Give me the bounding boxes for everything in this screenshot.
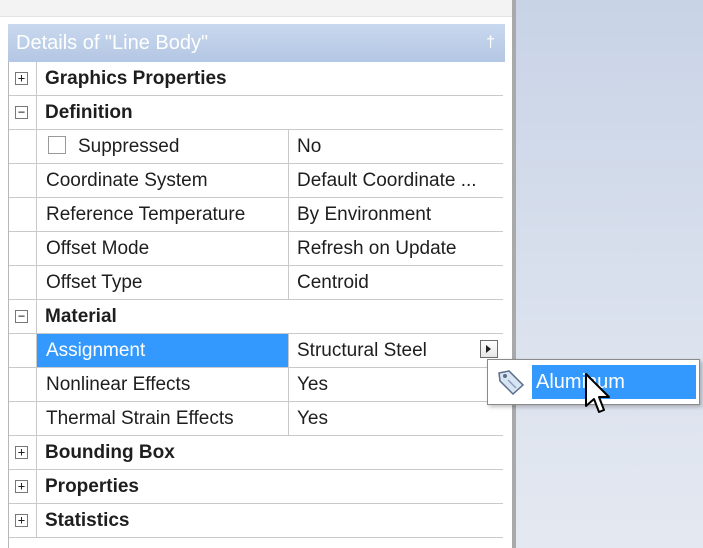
mouse-cursor-icon xyxy=(585,373,610,413)
property-value[interactable]: No xyxy=(289,130,503,163)
row-gutter: + xyxy=(9,436,37,469)
group-label: Graphics Properties xyxy=(45,68,227,89)
row-gutter: + xyxy=(9,470,37,503)
graphics-viewport[interactable] xyxy=(516,0,703,548)
group-graphics-properties[interactable]: + Graphics Properties xyxy=(9,62,503,96)
group-properties[interactable]: + Properties xyxy=(9,470,503,504)
details-panel-title: Details of "Line Body" xyxy=(16,32,209,54)
property-key: Nonlinear Effects xyxy=(37,368,289,401)
expand-icon[interactable]: + xyxy=(15,446,28,459)
property-value[interactable]: Refresh on Update xyxy=(289,232,503,265)
property-value[interactable]: Yes xyxy=(289,402,503,435)
group-bounding-box[interactable]: + Bounding Box xyxy=(9,436,503,470)
pin-icon[interactable]: † xyxy=(486,24,495,62)
property-key: Offset Type xyxy=(37,266,289,299)
dropdown-button[interactable] xyxy=(480,340,498,358)
property-value[interactable]: Default Coordinate ... xyxy=(289,164,503,197)
row-gutter xyxy=(9,402,37,435)
property-row-suppressed: Suppressed No xyxy=(9,130,503,164)
row-gutter xyxy=(9,198,37,231)
property-value[interactable]: By Environment xyxy=(289,198,503,231)
group-label: Material xyxy=(45,306,117,327)
details-panel-titlebar: Details of "Line Body" † xyxy=(8,24,505,62)
property-key: Thermal Strain Effects xyxy=(37,402,289,435)
group-label: Definition xyxy=(45,102,133,123)
property-key-label: Suppressed xyxy=(78,136,180,157)
property-row-reference-temperature: Reference Temperature By Environment xyxy=(9,198,503,232)
property-row-offset-mode: Offset Mode Refresh on Update xyxy=(9,232,503,266)
arrow-right-icon xyxy=(486,345,491,353)
expand-icon[interactable]: + xyxy=(15,72,28,85)
property-value[interactable]: Structural Steel xyxy=(289,334,503,367)
property-row-thermal-strain-effects: Thermal Strain Effects Yes xyxy=(9,402,503,436)
suppressed-checkbox[interactable] xyxy=(48,136,66,155)
property-key: Reference Temperature xyxy=(37,198,289,231)
property-key: Suppressed xyxy=(37,130,289,163)
group-statistics[interactable]: + Statistics xyxy=(9,504,503,538)
details-grid: + Graphics Properties − Definition Suppr… xyxy=(8,62,503,548)
row-gutter xyxy=(9,266,37,299)
collapse-icon[interactable]: − xyxy=(15,106,28,119)
details-panel: Details of "Line Body" † + Graphics Prop… xyxy=(0,0,512,548)
group-label: Statistics xyxy=(45,510,130,531)
row-gutter: − xyxy=(9,96,37,129)
row-gutter xyxy=(9,130,37,163)
property-key: Assignment xyxy=(37,334,289,367)
property-key: Offset Mode xyxy=(37,232,289,265)
material-tag-icon xyxy=(498,370,525,395)
group-label: Bounding Box xyxy=(45,442,175,463)
group-material[interactable]: − Material xyxy=(9,300,503,334)
row-gutter xyxy=(9,232,37,265)
property-row-coordinate-system: Coordinate System Default Coordinate ... xyxy=(9,164,503,198)
property-row-assignment[interactable]: Assignment Structural Steel xyxy=(9,334,503,368)
row-gutter: + xyxy=(9,504,37,537)
property-value[interactable]: Centroid xyxy=(289,266,503,299)
row-gutter xyxy=(9,334,37,367)
property-row-nonlinear-effects: Nonlinear Effects Yes xyxy=(9,368,503,402)
group-definition[interactable]: − Definition xyxy=(9,96,503,130)
row-gutter xyxy=(9,164,37,197)
group-label: Properties xyxy=(45,476,139,497)
row-gutter: + xyxy=(9,62,37,95)
property-value[interactable]: Yes xyxy=(289,368,503,401)
row-gutter: − xyxy=(9,300,37,333)
collapse-icon[interactable]: − xyxy=(15,310,28,323)
property-key: Coordinate System xyxy=(37,164,289,197)
expand-icon[interactable]: + xyxy=(15,514,28,527)
dropdown-option-aluminum[interactable]: Aluminum xyxy=(532,365,696,399)
expand-icon[interactable]: + xyxy=(15,480,28,493)
row-gutter xyxy=(9,368,37,401)
property-row-offset-type: Offset Type Centroid xyxy=(9,266,503,300)
